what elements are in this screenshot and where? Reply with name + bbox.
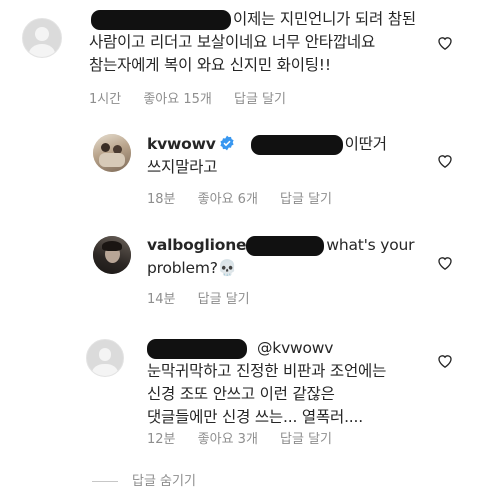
comment-time: 18분	[147, 192, 176, 207]
comment-time: 12분	[147, 432, 176, 447]
heart-icon[interactable]	[437, 153, 453, 168]
reply-button[interactable]: 답글 달기	[280, 432, 332, 447]
like-count[interactable]: 좋아요 15개	[143, 92, 212, 107]
heart-icon[interactable]	[437, 353, 453, 368]
heart-icon[interactable]	[437, 255, 453, 270]
reply-button[interactable]: 답글 달기	[234, 92, 286, 107]
divider	[92, 481, 118, 482]
reply-button[interactable]: 답글 달기	[280, 192, 332, 207]
heart-icon[interactable]	[437, 35, 453, 50]
comment-meta: 12분 좋아요 3개 답글 달기	[147, 428, 350, 447]
reply-button[interactable]: 답글 달기	[198, 292, 250, 307]
hide-replies-button[interactable]: 답글 숨기기	[92, 470, 196, 489]
avatar[interactable]	[22, 18, 62, 58]
avatar-kvwowv[interactable]	[93, 134, 131, 172]
redacted-username	[91, 9, 231, 30]
comment-text: @kvwowv 눈막귀막하고 진정한 비판과 조언에는 신경 조또 안쓰고 이런…	[147, 338, 387, 426]
comment-text: valboglione what's your problem?💀	[147, 235, 415, 277]
comment-time: 1시간	[89, 92, 122, 107]
avatar[interactable]	[86, 339, 124, 377]
comment-text: 이제는 지민언니가 되려 참된 사람이고 리더고 보살이네요 너무 안타깝네요 …	[89, 9, 416, 74]
username[interactable]: kvwowv	[147, 135, 216, 153]
comment-meta: 1시간 좋아요 15개 답글 달기	[89, 88, 304, 107]
avatar-valboglione[interactable]	[93, 236, 131, 274]
comment-time: 14분	[147, 292, 176, 307]
username[interactable]: valboglione	[147, 236, 247, 254]
like-count[interactable]: 좋아요 3개	[198, 432, 258, 447]
comment-text: kvwowv 이딴거 쓰지말라고	[147, 134, 387, 176]
verified-icon	[220, 135, 234, 151]
like-count[interactable]: 좋아요 6개	[198, 192, 258, 207]
comment-meta: 14분 답글 달기	[147, 288, 268, 307]
redacted-mention	[250, 134, 343, 155]
mention-link[interactable]: @kvwowv	[257, 339, 333, 357]
redacted-username	[147, 338, 247, 359]
redacted-mention	[246, 235, 325, 256]
comment-meta: 18분 좋아요 6개 답글 달기	[147, 188, 350, 207]
